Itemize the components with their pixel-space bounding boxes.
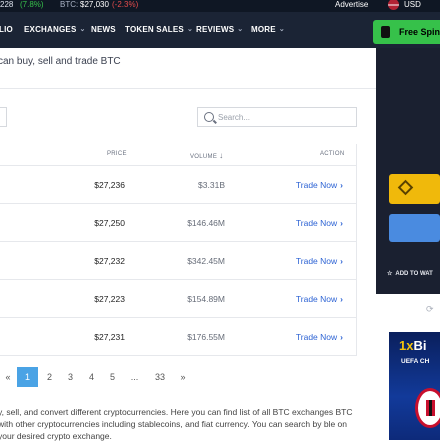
chevron-down-icon: ⌄ [237, 26, 244, 33]
row-volume: $176.55M [187, 332, 225, 342]
chevron-down-icon: ⌄ [278, 26, 285, 33]
page-button[interactable]: 1 [17, 367, 38, 387]
ticker-bar: 228 (7.8%) BTC: $27,030 (-2.3%) Advertis… [0, 0, 440, 12]
trade-now-label: Trade Now [295, 332, 338, 342]
search-input[interactable] [218, 110, 348, 124]
exchange-description: y, sell, and convert different cryptocur… [0, 407, 353, 441]
nav-item-token-sales-label: TOKEN SALES [125, 25, 184, 34]
star-icon: ☆ [387, 271, 393, 277]
trade-now-label: Trade Now [295, 256, 338, 266]
trade-now-link[interactable]: Trade Now › [296, 180, 343, 190]
free-spins-label: Free Spins [399, 27, 440, 37]
row-price: $27,236 [94, 180, 125, 190]
header-price[interactable]: PRICE [107, 151, 127, 157]
page-ellipsis: ... [130, 372, 139, 382]
row-volume: $146.46M [187, 218, 225, 228]
ticker-change: (7.8%) [20, 0, 44, 9]
table-row: $27,232 $342.45M Trade Now › [0, 242, 357, 280]
nav-item-more[interactable]: MORE ⌄ [251, 25, 285, 34]
btc-label: BTC: [60, 0, 79, 9]
row-volume: $154.89M [187, 294, 225, 304]
search-box[interactable] [197, 107, 357, 127]
page-button[interactable]: 5 [102, 367, 123, 387]
nav-item-exchanges-label: EXCHANGES [24, 25, 77, 34]
table-row: $27,250 $146.46M Trade Now › [0, 204, 357, 242]
table-row: $27,223 $154.89M Trade Now › [0, 280, 357, 318]
trade-now-link[interactable]: Trade Now › [296, 332, 343, 342]
table-row: $27,236 $3.31B Trade Now › [0, 166, 357, 204]
trade-now-link[interactable]: Trade Now › [296, 294, 343, 304]
coin-widget [376, 48, 440, 294]
ad-brand-prefix: 1x [399, 338, 414, 353]
chevron-right-icon: › [340, 332, 343, 342]
btc-price: $27,030 [80, 0, 109, 9]
trade-button[interactable] [389, 214, 440, 242]
row-price: $27,223 [94, 294, 125, 304]
nav-item-token-sales[interactable]: TOKEN SALES ⌄ [125, 25, 193, 34]
row-price: $27,231 [94, 332, 125, 342]
header-volume[interactable]: VOLUME ↓ [190, 151, 223, 160]
chevron-right-icon: › [340, 294, 343, 304]
filter-input[interactable] [0, 107, 7, 127]
row-price: $27,232 [94, 256, 125, 266]
chevron-right-icon: › [340, 218, 343, 228]
nav-item-more-label: MORE [251, 25, 276, 34]
binance-logo-icon [397, 179, 414, 196]
nav-item-reviews[interactable]: REVIEWS ⌄ [196, 25, 243, 34]
club-crest-icon [415, 388, 440, 428]
trade-now-link[interactable]: Trade Now › [296, 256, 343, 266]
table-header: PRICE VOLUME ↓ ACTION [0, 144, 357, 166]
add-to-watchlist-button[interactable]: ☆ ADD TO WAT [387, 270, 433, 277]
table-row: $27,231 $176.55M Trade Now › [0, 318, 357, 356]
trade-now-label: Trade Now [295, 294, 338, 304]
nav-item-portfolio[interactable]: LIO [0, 25, 13, 34]
buy-on-binance-button[interactable] [389, 174, 440, 204]
refresh-icon[interactable]: ⟳ [426, 304, 434, 315]
ad-brand: 1xBi [399, 338, 426, 353]
prev-page-button[interactable]: « [0, 367, 16, 387]
chevron-right-icon: › [340, 256, 343, 266]
trade-now-link[interactable]: Trade Now › [296, 218, 343, 228]
trade-now-label: Trade Now [295, 180, 338, 190]
row-volume: $3.31B [198, 180, 225, 190]
advertise-link[interactable]: Advertise [335, 0, 368, 9]
page-button[interactable]: 3 [60, 367, 81, 387]
nav-item-exchanges[interactable]: EXCHANGES ⌄ [24, 25, 86, 34]
chevron-right-icon: › [340, 180, 343, 190]
promo-logo-icon [381, 26, 390, 38]
header-action: ACTION [320, 151, 345, 157]
exchange-table: PRICE VOLUME ↓ ACTION $27,236 $3.31B Tra… [0, 144, 357, 356]
sponsored-banner[interactable]: 1xBi UEFA CH [389, 332, 440, 440]
search-icon [204, 112, 214, 122]
currency-selector[interactable]: USD [404, 0, 421, 9]
next-page-button[interactable]: » [174, 367, 192, 387]
divider [0, 88, 376, 89]
free-spins-button[interactable]: Free Spins [373, 20, 440, 44]
nav-item-reviews-label: REVIEWS [196, 25, 235, 34]
nav-item-news[interactable]: NEWS [91, 25, 116, 34]
us-flag-icon [388, 0, 399, 10]
row-price: $27,250 [94, 218, 125, 228]
ad-subtitle: UEFA CH [401, 358, 430, 365]
row-volume: $342.45M [187, 256, 225, 266]
header-volume-label: VOLUME [190, 154, 218, 160]
page-button[interactable]: 2 [39, 367, 60, 387]
sort-desc-icon: ↓ [219, 151, 224, 160]
page-button[interactable]: 33 [148, 367, 172, 387]
sidebar: ☆ ADD TO WAT ⟳ 1xBi UEFA CH [376, 48, 440, 440]
trade-now-label: Trade Now [295, 218, 338, 228]
btc-change: (-2.3%) [112, 0, 139, 9]
add-to-watchlist-label: ADD TO WAT [395, 271, 433, 277]
ticker-value: 228 [0, 0, 14, 9]
ad-brand-suffix: Bi [413, 338, 427, 353]
table-border [356, 144, 357, 356]
chevron-down-icon: ⌄ [186, 26, 194, 33]
page-subtitle: can buy, sell and trade BTC [0, 56, 121, 67]
page-button[interactable]: 4 [81, 367, 102, 387]
chevron-down-icon: ⌄ [79, 26, 86, 33]
